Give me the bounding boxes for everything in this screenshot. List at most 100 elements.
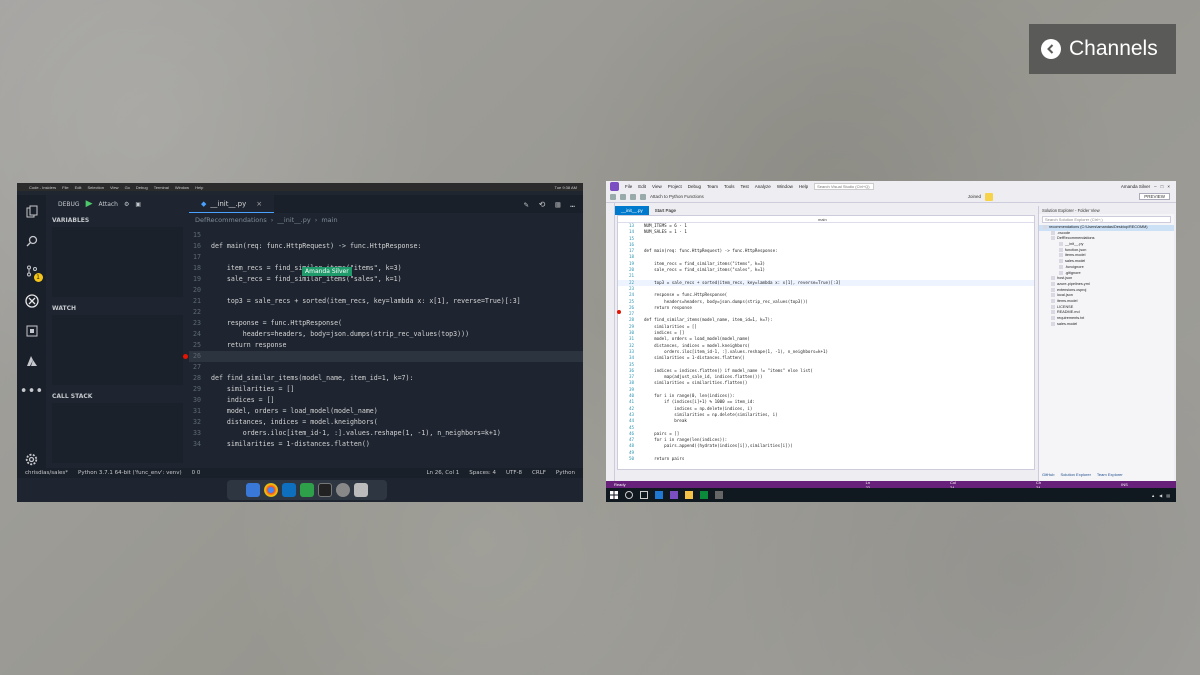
solution-tree-item[interactable]: sales.model bbox=[1039, 321, 1174, 328]
channels-button[interactable]: Channels bbox=[1029, 24, 1176, 74]
code-line[interactable]: 32 distances, indices = model.kneighbors… bbox=[189, 417, 583, 428]
play-icon[interactable]: ▶ bbox=[86, 199, 93, 209]
edge-icon[interactable] bbox=[655, 491, 663, 499]
gear-icon[interactable]: ⚙ bbox=[124, 201, 129, 208]
split-editor-icon[interactable]: ▥ bbox=[555, 200, 560, 209]
code-area[interactable]: 15 16 def main(req: func.HttpRequest) -> f… bbox=[183, 227, 583, 450]
back-icon[interactable] bbox=[610, 193, 616, 200]
code-line[interactable]: 16 def main(req: func.HttpRequest) -> fun… bbox=[189, 241, 583, 252]
tab-github[interactable]: GitHub bbox=[1042, 472, 1054, 477]
live-share-icon[interactable] bbox=[985, 192, 994, 201]
breakpoint-icon[interactable] bbox=[617, 310, 621, 314]
breadcrumb-item[interactable]: main bbox=[321, 216, 337, 224]
menu-item[interactable]: Terminal bbox=[154, 185, 169, 190]
user-name[interactable]: Amanda Silver bbox=[1121, 184, 1150, 189]
code-line[interactable]: 18 item_recs = find_similar_items("items… bbox=[189, 263, 583, 274]
trash-icon[interactable] bbox=[354, 483, 368, 497]
menu-item[interactable]: Window bbox=[777, 184, 793, 189]
breakpoint-icon[interactable] bbox=[183, 354, 188, 359]
volume-icon[interactable]: ◀ bbox=[1159, 493, 1162, 498]
code-line[interactable]: 29 similarities = [] bbox=[189, 384, 583, 395]
attach-button[interactable]: Attach to Python Functions bbox=[650, 194, 704, 199]
source-control-icon[interactable]: 1 bbox=[24, 263, 43, 282]
preview-badge[interactable]: PREVIEW bbox=[1139, 193, 1170, 200]
menu-item[interactable]: File bbox=[62, 185, 68, 190]
code-line[interactable]: 23 response = func.HttpResponse( bbox=[189, 318, 583, 329]
menu-item[interactable]: Test bbox=[741, 184, 749, 189]
azure-icon[interactable] bbox=[24, 353, 40, 369]
windows-start-icon[interactable] bbox=[610, 491, 618, 499]
menu-item[interactable]: Help bbox=[799, 184, 808, 189]
debug-icon[interactable] bbox=[24, 293, 40, 309]
menu-item[interactable]: Debug bbox=[688, 184, 701, 189]
code-area[interactable]: 13 NUM_ITEMS = 6 - 1 14 NUM_SALES = 1 - 1 15… bbox=[618, 223, 1034, 462]
cursor-position[interactable]: Ln 26, Col 1 bbox=[426, 470, 459, 476]
member-dropdown[interactable]: main bbox=[818, 217, 827, 222]
terminal-icon[interactable]: ▣ bbox=[135, 201, 141, 208]
variables-header[interactable]: VARIABLES bbox=[46, 213, 189, 224]
menu-item[interactable]: File bbox=[625, 184, 632, 189]
code-line[interactable]: 27 bbox=[189, 362, 583, 373]
vscode-insiders-icon[interactable] bbox=[300, 483, 314, 497]
encoding[interactable]: UTF-8 bbox=[506, 470, 522, 476]
menu-item[interactable]: View bbox=[652, 184, 662, 189]
network-icon[interactable]: ▲ bbox=[1151, 493, 1155, 498]
live-share-status[interactable]: Joined bbox=[968, 194, 981, 199]
menu-item[interactable]: Analyze bbox=[755, 184, 771, 189]
terminal-app-icon[interactable] bbox=[318, 483, 332, 497]
code-line[interactable]: 31 model, orders = load_model(model_name… bbox=[189, 406, 583, 417]
menu-item[interactable]: Code - Insiders bbox=[29, 185, 56, 190]
file-explorer-icon[interactable] bbox=[685, 491, 693, 499]
code-line[interactable]: 17 bbox=[189, 252, 583, 263]
extensions-icon[interactable] bbox=[24, 323, 40, 339]
save-icon[interactable] bbox=[630, 193, 636, 200]
compare-icon[interactable]: ⟲ bbox=[539, 200, 546, 209]
code-line[interactable]: 26 bbox=[183, 351, 583, 362]
finder-icon[interactable] bbox=[246, 483, 260, 497]
forward-icon[interactable] bbox=[620, 193, 626, 200]
code-line[interactable]: 34 similarities = 1-distances.flatten() bbox=[189, 439, 583, 450]
app-icon[interactable] bbox=[700, 491, 708, 499]
close-icon[interactable]: × bbox=[1167, 184, 1170, 189]
breadcrumb-item[interactable]: __init__.py bbox=[277, 216, 310, 224]
language-mode[interactable]: Python bbox=[556, 470, 575, 476]
explorer-icon[interactable] bbox=[24, 203, 40, 219]
vscode-icon[interactable] bbox=[282, 483, 296, 497]
code-line[interactable]: 28 def find_similar_items(model_name, ite… bbox=[189, 373, 583, 384]
code-line[interactable]: 19 sale_recs = find_similar_items("sales… bbox=[189, 274, 583, 285]
tab-init-py[interactable]: ◆ __init__.py × bbox=[189, 195, 275, 213]
pin-icon[interactable]: ✎ bbox=[524, 200, 529, 209]
code-line[interactable]: 20 bbox=[189, 285, 583, 296]
tab-team-explorer[interactable]: Team Explorer bbox=[1097, 472, 1123, 477]
menu-item[interactable]: Project bbox=[668, 184, 682, 189]
search-input[interactable]: Search Visual Studio (Ctrl+Q) bbox=[814, 182, 875, 190]
call-stack-header[interactable]: CALL STACK bbox=[46, 389, 189, 400]
chrome-icon[interactable] bbox=[264, 483, 278, 497]
close-icon[interactable]: × bbox=[256, 200, 262, 208]
task-view-icon[interactable] bbox=[640, 491, 648, 499]
code-line[interactable]: 15 bbox=[189, 230, 583, 241]
code-line[interactable]: 33 orders.iloc[item_id-1, :].values.resh… bbox=[189, 428, 583, 439]
side-tool-strip[interactable] bbox=[606, 203, 615, 481]
attach-select[interactable]: Attach bbox=[99, 201, 118, 208]
tab-init-py[interactable]: __init__.py bbox=[615, 206, 649, 215]
code-line[interactable]: 21 top3 = sale_recs + sorted(item_recs, … bbox=[189, 296, 583, 307]
visual-studio-icon[interactable] bbox=[670, 491, 678, 499]
watch-header[interactable]: WATCH bbox=[46, 301, 189, 312]
problems-indicator[interactable]: 0 0 bbox=[192, 470, 201, 476]
code-line[interactable]: 30 indices = [] bbox=[189, 395, 583, 406]
line-ending[interactable]: CRLF bbox=[532, 470, 546, 476]
system-prefs-icon[interactable] bbox=[336, 483, 350, 497]
menu-item[interactable]: Edit bbox=[638, 184, 646, 189]
search-icon[interactable] bbox=[625, 491, 633, 499]
tab-solution-explorer[interactable]: Solution Explorer bbox=[1060, 472, 1090, 477]
interpreter-indicator[interactable]: Python 3.7.1 64-bit ('func_env': venv) bbox=[78, 470, 182, 476]
more-actions-icon[interactable]: … bbox=[570, 200, 575, 209]
code-line[interactable]: 24 headers=headers, body=json.dumps(stri… bbox=[189, 329, 583, 340]
maximize-icon[interactable]: □ bbox=[1161, 184, 1164, 189]
code-line[interactable]: 50 return pairs bbox=[618, 456, 1034, 462]
breadcrumb-item[interactable]: DefRecommendations bbox=[195, 216, 267, 224]
menu-item[interactable]: Help bbox=[195, 185, 203, 190]
indentation[interactable]: Spaces: 4 bbox=[469, 470, 496, 476]
menu-item[interactable]: Edit bbox=[75, 185, 82, 190]
